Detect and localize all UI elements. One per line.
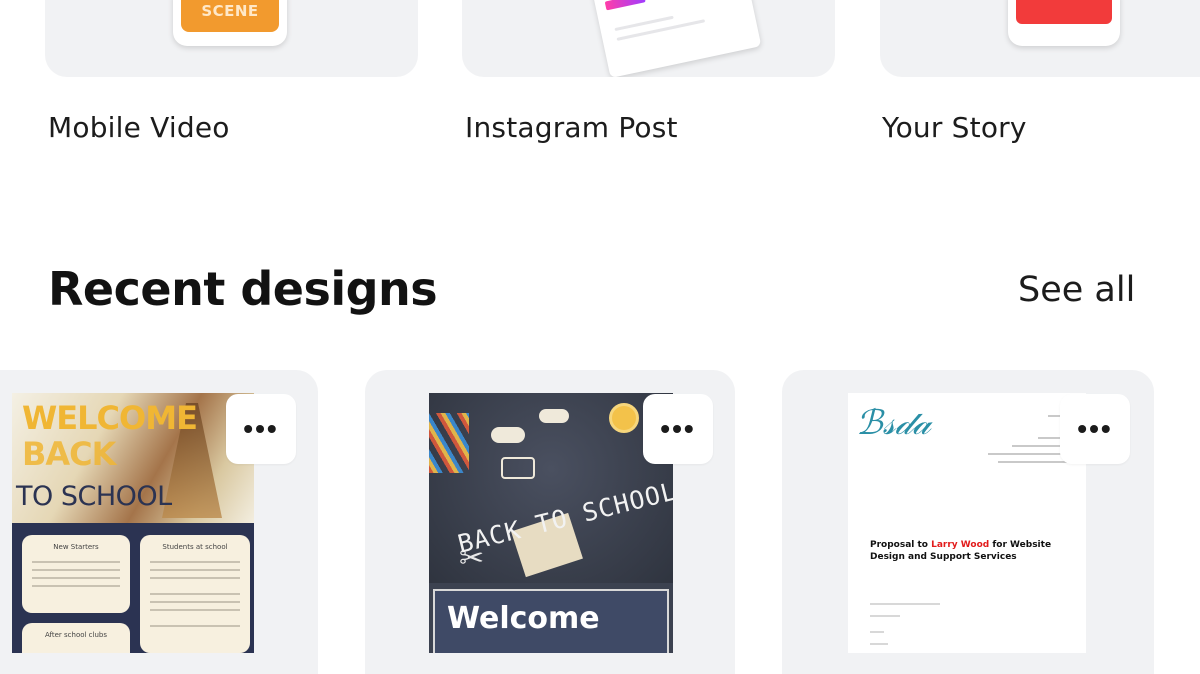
signature-logo: ℬ𝓈𝒹𝒶: [856, 403, 932, 443]
more-options-button[interactable]: •••: [643, 394, 713, 464]
welcome-panel: Welcome: [433, 589, 669, 653]
flyer-heading-line: TO SCHOOL: [16, 481, 172, 512]
proposal-client-name: Larry Wood: [931, 540, 990, 550]
more-options-button[interactable]: •••: [1060, 394, 1130, 464]
see-all-link[interactable]: See all: [1018, 270, 1135, 310]
sun-illustration: [609, 403, 639, 433]
flyer-info-box: After school clubs: [22, 623, 130, 653]
flyer-heading-line: BACK: [22, 435, 116, 473]
flyer-info-box: Students at school: [140, 535, 250, 653]
bus-illustration: [501, 457, 535, 479]
proposal-heading: Proposal to Larry Wood for Website Desig…: [870, 539, 1060, 563]
your-story-thumbnail: [1008, 0, 1120, 46]
mobile-video-thumbnail: SCENE: [173, 0, 287, 46]
flyer-box-title: New Starters: [53, 543, 99, 551]
recent-design-card[interactable]: WELCOME BACK TO SCHOOL New Starters Stud…: [0, 370, 318, 674]
design-thumbnail: WELCOME BACK TO SCHOOL New Starters Stud…: [12, 393, 254, 653]
welcome-heading: Welcome: [447, 601, 600, 636]
flyer-box-title: Students at school: [162, 543, 228, 551]
design-thumbnail: ✂ BACK TO SCHOOL Welcome: [429, 393, 673, 653]
instagram-post-thumbnail: [592, 0, 762, 77]
cloud-illustration: [539, 409, 569, 423]
template-label-mobile-video[interactable]: Mobile Video: [48, 111, 230, 144]
proposal-prefix: Proposal to: [870, 540, 928, 550]
template-label-your-story[interactable]: Your Story: [882, 111, 1027, 144]
more-options-button[interactable]: •••: [226, 394, 296, 464]
template-tile-your-story[interactable]: [880, 0, 1200, 77]
recent-design-card[interactable]: ℬ𝓈𝒹𝒶 Proposal to Larry Wood for Website …: [782, 370, 1154, 674]
template-tile-instagram-post[interactable]: [462, 0, 835, 77]
section-title: Recent designs: [48, 262, 438, 316]
pencils-illustration: [429, 413, 469, 473]
design-thumbnail: ℬ𝓈𝒹𝒶 Proposal to Larry Wood for Website …: [848, 393, 1086, 653]
template-label-instagram-post[interactable]: Instagram Post: [465, 111, 678, 144]
thumbnail-text: SCENE: [201, 2, 259, 20]
flyer-box-title: After school clubs: [44, 631, 108, 639]
flyer-info-box: New Starters: [22, 535, 130, 613]
cloud-illustration: [491, 427, 525, 443]
recent-design-card[interactable]: ✂ BACK TO SCHOOL Welcome •••: [365, 370, 735, 674]
template-tile-mobile-video[interactable]: SCENE: [45, 0, 418, 77]
flyer-heading-line: WELCOME: [22, 399, 198, 437]
